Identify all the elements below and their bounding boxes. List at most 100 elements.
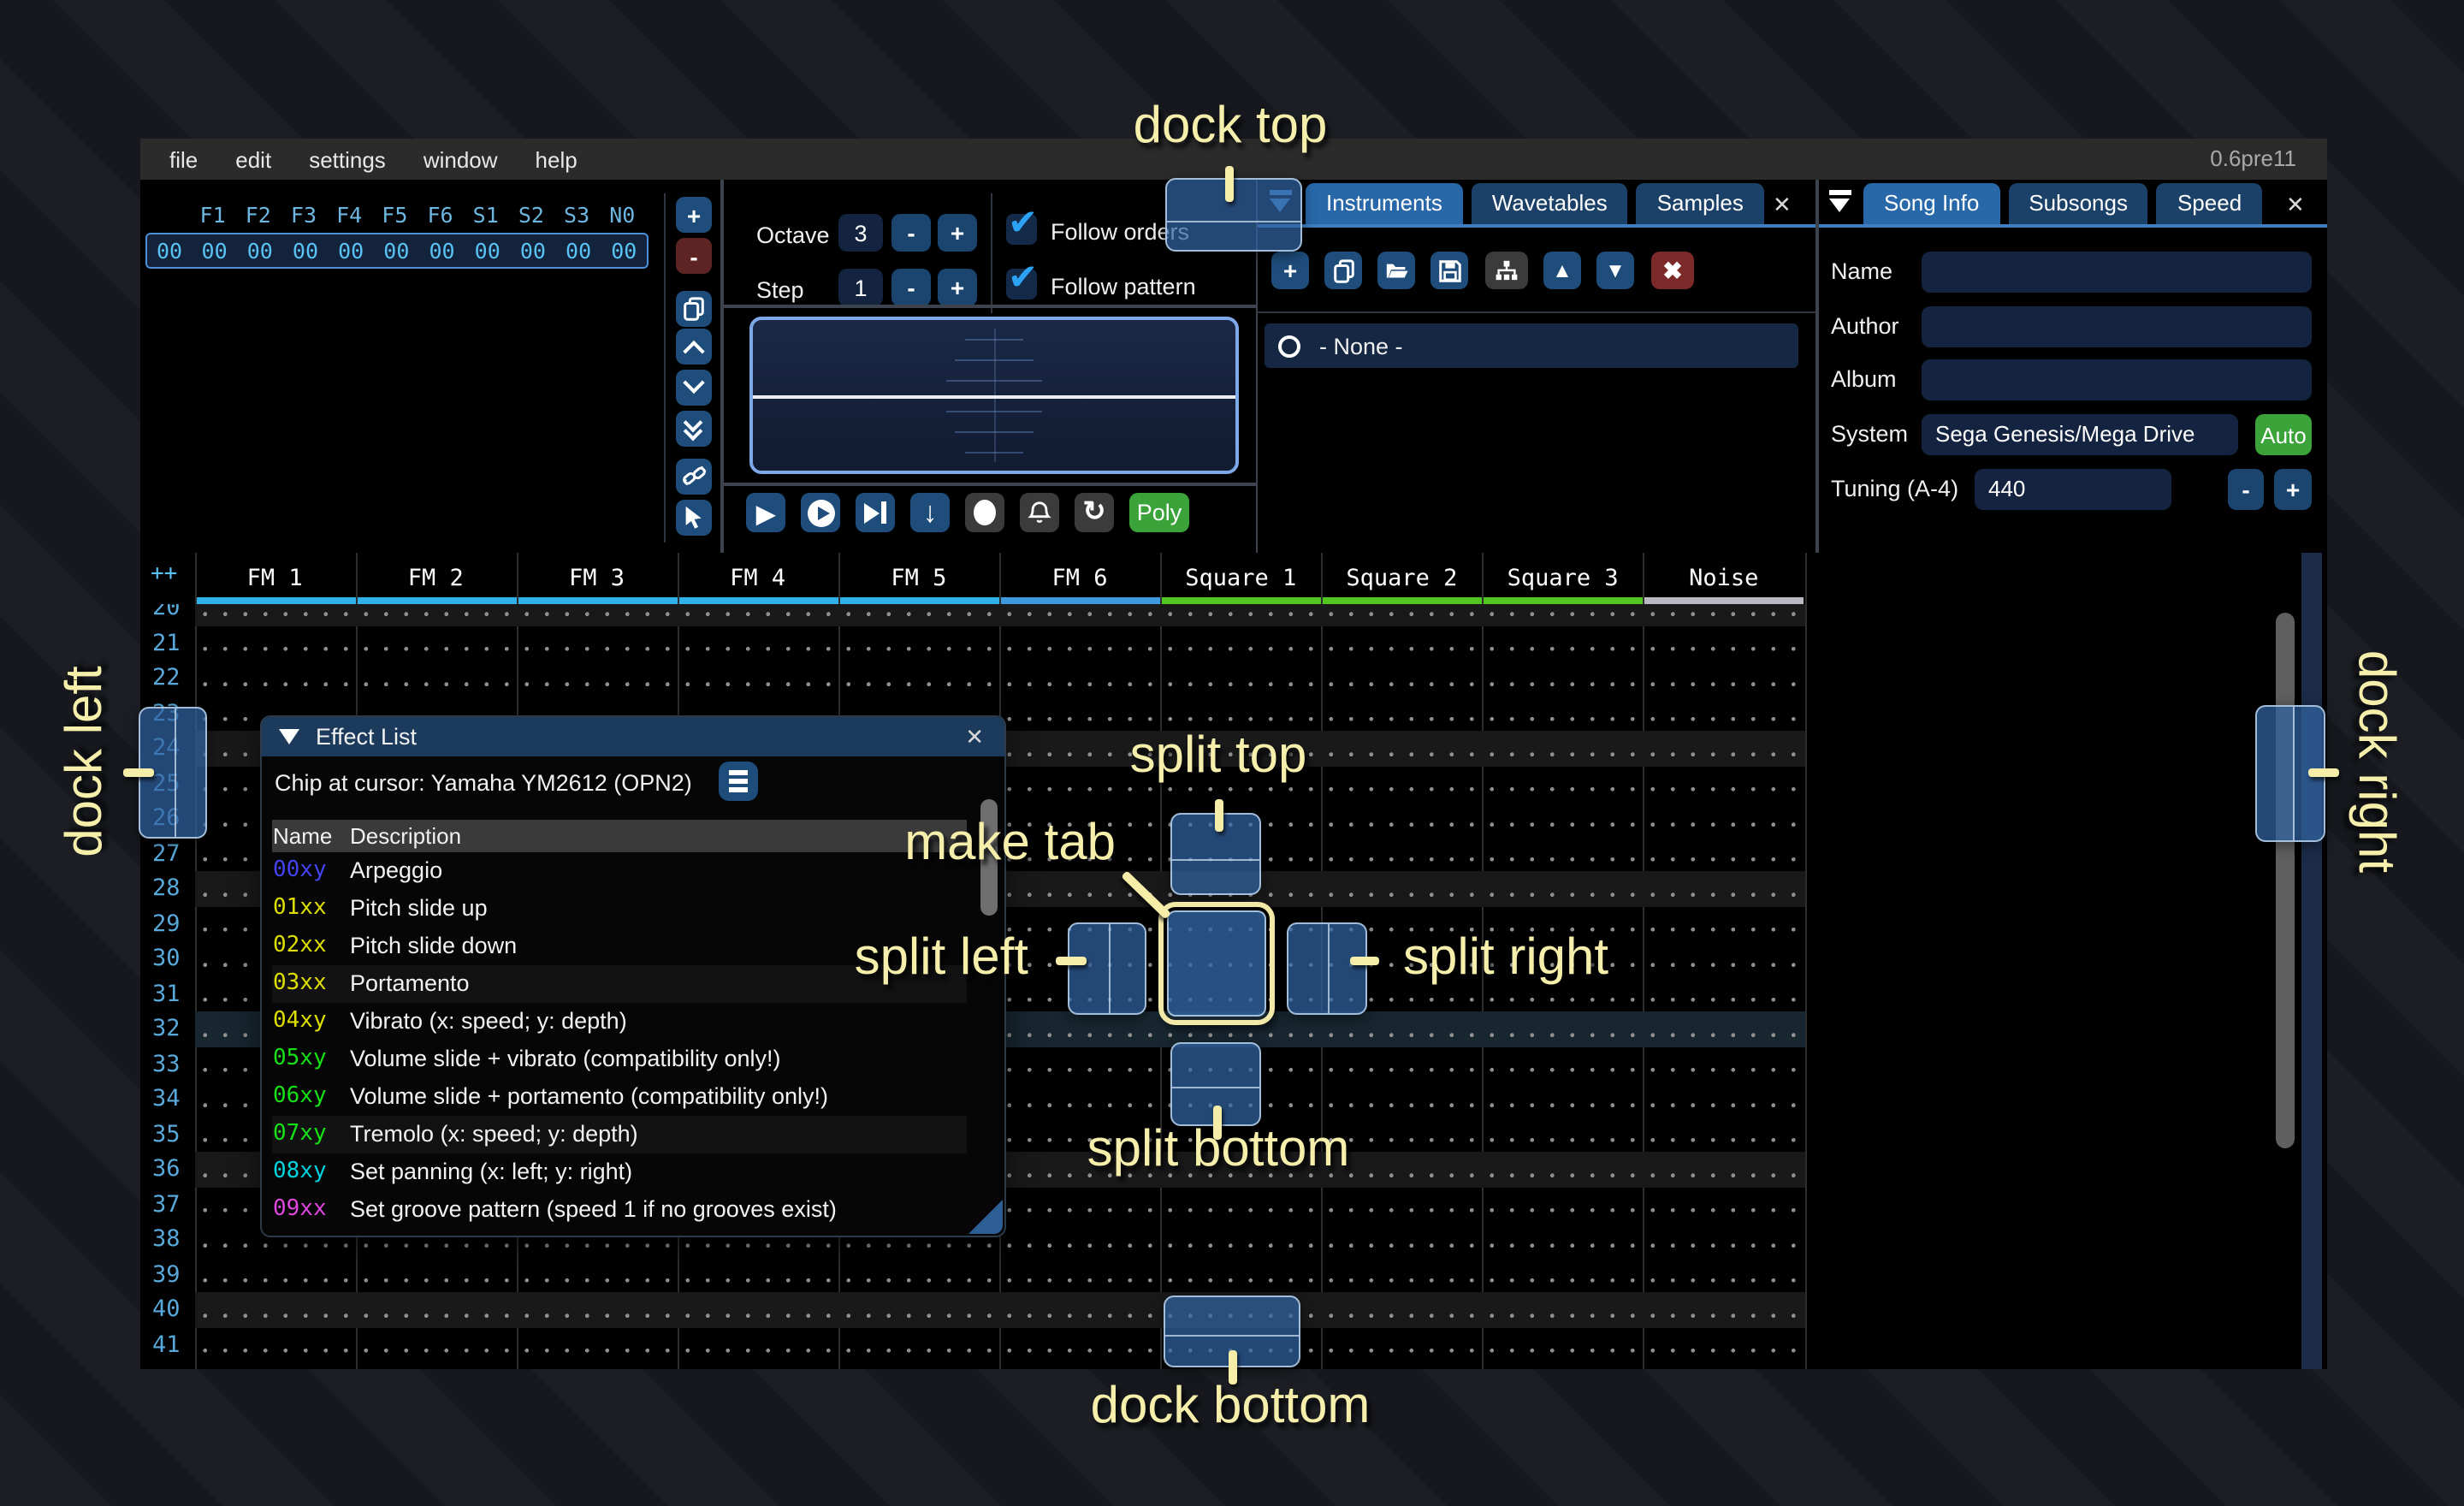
- orders-selected-row[interactable]: 0000000000000000000000: [145, 233, 649, 269]
- play-button[interactable]: ▶: [746, 493, 785, 532]
- channel-header-fm-1[interactable]: FM 1: [194, 553, 355, 603]
- instrument-add-button[interactable]: +: [1271, 252, 1309, 289]
- tuning-minus-button[interactable]: -: [2228, 469, 2264, 510]
- step-value[interactable]: 1: [838, 269, 883, 306]
- instrument-duplicate-button[interactable]: [1324, 252, 1362, 289]
- channel-header-square-3[interactable]: Square 3: [1483, 553, 1644, 603]
- follow-orders-checkbox[interactable]: ✔: [1006, 214, 1037, 245]
- menu-item-help[interactable]: help: [517, 139, 596, 179]
- order-value-f2[interactable]: 00: [237, 238, 282, 264]
- order-value-f1[interactable]: 00: [192, 238, 237, 264]
- close-window-icon[interactable]: ✕: [965, 724, 984, 751]
- channel-header-fm-5[interactable]: FM 5: [838, 553, 999, 603]
- pattern-scrollbar-track[interactable]: [2301, 553, 2322, 1369]
- pattern-row-41[interactable]: [194, 1327, 1804, 1362]
- system-auto-button[interactable]: Auto: [2255, 414, 2312, 455]
- order-move-up-button[interactable]: [676, 328, 712, 364]
- order-value-n0[interactable]: 00: [601, 238, 647, 264]
- field-input-album[interactable]: [1922, 359, 2312, 400]
- channel-header-fm-3[interactable]: FM 3: [516, 553, 677, 603]
- channel-header-fm-4[interactable]: FM 4: [678, 553, 838, 603]
- order-add-button[interactable]: +: [676, 197, 712, 233]
- pattern-row-20[interactable]: [194, 603, 1804, 626]
- order-duplicate-end-button[interactable]: [676, 411, 712, 447]
- field-input-author[interactable]: [1922, 305, 2312, 347]
- repeat-pattern-button[interactable]: ↻: [1075, 493, 1114, 532]
- menu-item-settings[interactable]: settings: [290, 139, 405, 179]
- step-minus-button[interactable]: -: [891, 269, 931, 306]
- effect-row-07xy[interactable]: 07xyTremolo (x: speed; y: depth): [271, 1116, 966, 1153]
- hamburger-menu-button[interactable]: [718, 762, 757, 801]
- octave-plus-button[interactable]: +: [938, 214, 977, 252]
- effect-row-08xy[interactable]: 08xySet panning (x: left; y: right): [271, 1153, 966, 1191]
- effect-row-09xx[interactable]: 09xxSet groove pattern (speed 1 if no gr…: [271, 1191, 966, 1229]
- order-duplicate-button[interactable]: [676, 291, 712, 327]
- pattern-row-39[interactable]: [194, 1257, 1804, 1292]
- pattern-expand-corner[interactable]: ++: [151, 561, 177, 587]
- split-target-left[interactable]: [1068, 922, 1146, 1015]
- tab-speed[interactable]: Speed: [2157, 183, 2262, 224]
- instrument-organize-button[interactable]: [1485, 252, 1528, 289]
- effect-row-04xy[interactable]: 04xyVibrato (x: speed; y: depth): [271, 1003, 966, 1041]
- make-tab-target[interactable]: [1158, 902, 1275, 1025]
- order-edit-mode-button[interactable]: [676, 499, 712, 535]
- order-remove-button[interactable]: -: [676, 238, 712, 274]
- channel-header-fm-2[interactable]: FM 2: [355, 553, 516, 603]
- close-panel-icon[interactable]: ✕: [2286, 192, 2305, 219]
- record-button[interactable]: [965, 493, 1004, 532]
- channel-header-square-2[interactable]: Square 2: [1321, 553, 1482, 603]
- poly-toggle-button[interactable]: Poly: [1129, 493, 1189, 532]
- instrument-move-up-button[interactable]: ▲: [1543, 252, 1581, 289]
- system-value[interactable]: Sega Genesis/Mega Drive: [1922, 414, 2238, 455]
- order-value-s1[interactable]: 00: [465, 238, 510, 264]
- play-from-beginning-button[interactable]: [801, 493, 840, 532]
- order-value-f5[interactable]: 00: [374, 238, 419, 264]
- octave-value[interactable]: 3: [838, 214, 883, 252]
- stop-button[interactable]: ↓: [910, 493, 950, 532]
- resize-grip[interactable]: [968, 1199, 1003, 1233]
- pattern-row-40[interactable]: [194, 1292, 1804, 1327]
- split-target-right[interactable]: [1287, 922, 1367, 1015]
- follow-pattern-checkbox[interactable]: ✔: [1006, 269, 1037, 299]
- order-value-s2[interactable]: 00: [510, 238, 555, 264]
- effect-row-00xy[interactable]: 00xyArpeggio: [271, 852, 966, 890]
- effect-list-titlebar[interactable]: Effect List ✕: [261, 717, 1004, 756]
- order-value-s3[interactable]: 00: [556, 238, 601, 264]
- step-plus-button[interactable]: +: [938, 269, 977, 306]
- instrument-move-down-button[interactable]: ▼: [1596, 252, 1634, 289]
- pattern-scrollbar-thumb[interactable]: [2276, 613, 2295, 1148]
- collapse-panel-icon[interactable]: [1824, 185, 1858, 217]
- menu-item-edit[interactable]: edit: [216, 139, 290, 179]
- effect-row-05xy[interactable]: 05xyVolume slide + vibrato (compatibilit…: [271, 1041, 966, 1078]
- close-panel-icon[interactable]: ✕: [1773, 192, 1792, 219]
- effect-row-01xx[interactable]: 01xxPitch slide up: [271, 890, 966, 928]
- channel-header-fm-6[interactable]: FM 6: [999, 553, 1160, 603]
- tab-wavetables[interactable]: Wavetables: [1472, 183, 1628, 224]
- tab-subsongs[interactable]: Subsongs: [2008, 183, 2148, 224]
- metronome-button[interactable]: [1020, 493, 1059, 532]
- order-value-f3[interactable]: 00: [282, 238, 328, 264]
- order-move-down-button[interactable]: [676, 370, 712, 406]
- pattern-row-21[interactable]: [194, 626, 1804, 661]
- octave-minus-button[interactable]: -: [891, 214, 931, 252]
- channel-header-noise[interactable]: Noise: [1644, 553, 1804, 603]
- order-value-f4[interactable]: 00: [329, 238, 374, 264]
- menu-item-file[interactable]: file: [151, 139, 216, 179]
- instrument-delete-button[interactable]: ✖: [1651, 252, 1694, 289]
- menu-item-window[interactable]: window: [405, 139, 517, 179]
- channel-header-square-1[interactable]: Square 1: [1160, 553, 1321, 603]
- order-value-f6[interactable]: 00: [419, 238, 465, 264]
- field-input-name[interactable]: [1922, 252, 2312, 293]
- instrument-save-button[interactable]: [1430, 252, 1468, 289]
- pattern-row-22[interactable]: [194, 661, 1804, 696]
- play-one-row-button[interactable]: [856, 493, 895, 532]
- tab-samples[interactable]: Samples: [1637, 183, 1764, 224]
- collapse-window-icon[interactable]: [278, 729, 299, 744]
- tuning-plus-button[interactable]: +: [2274, 469, 2312, 510]
- order-change-mode-button[interactable]: [676, 458, 712, 494]
- effect-table-header[interactable]: Name Description: [271, 820, 966, 852]
- tab-instruments[interactable]: Instruments: [1306, 183, 1463, 224]
- tuning-value[interactable]: 440: [1975, 469, 2171, 510]
- instrument-list-item-none[interactable]: - None -: [1265, 323, 1798, 368]
- effect-row-06xy[interactable]: 06xyVolume slide + portamento (compatibi…: [271, 1078, 966, 1116]
